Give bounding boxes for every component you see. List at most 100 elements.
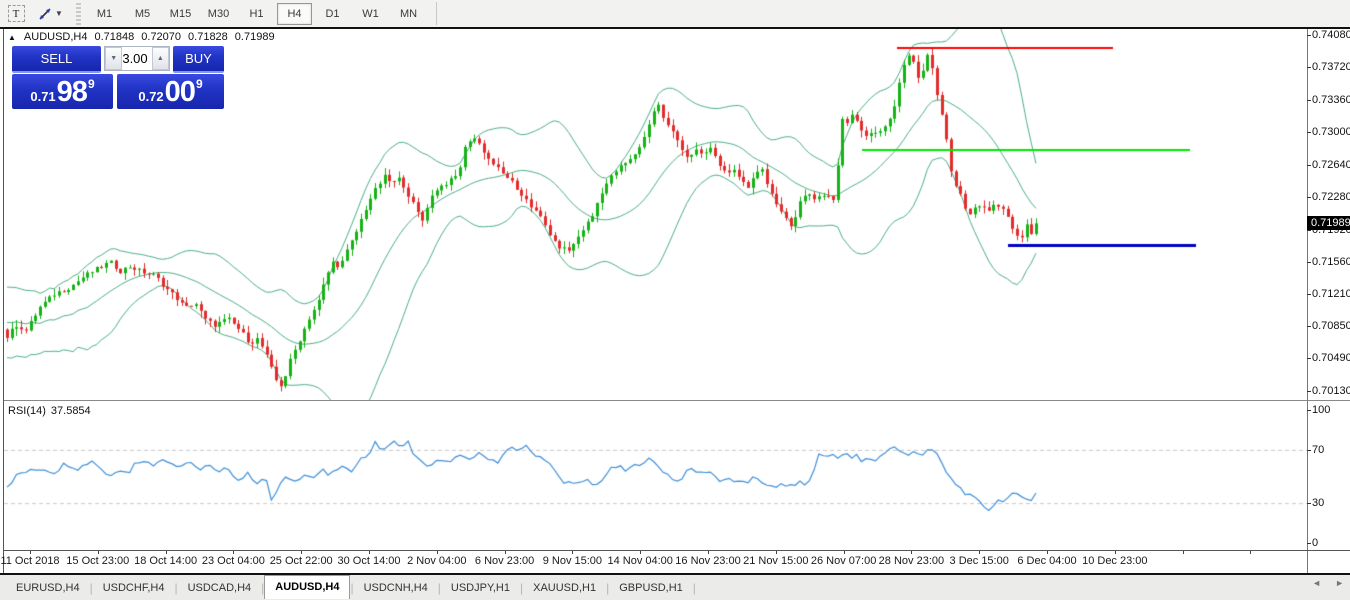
one-click-trade-panel: SELL ▼ 3.00 ▲ BUY 0.71 98 9 0.72 00 9 bbox=[12, 46, 224, 109]
timeframe-w1[interactable]: W1 bbox=[353, 3, 388, 25]
tab-scroll-left-icon[interactable]: ◄ bbox=[1312, 578, 1321, 588]
rsi-axis-label: 100 bbox=[1312, 404, 1330, 416]
rsi-top-border bbox=[4, 400, 1350, 401]
time-axis-label: 21 Nov 15:00 bbox=[743, 555, 808, 567]
tab-usdchf-h4[interactable]: USDCHF,H4 bbox=[93, 577, 175, 598]
time-axis-label: 14 Nov 04:00 bbox=[607, 555, 672, 567]
price-axis-label: 0.73360 bbox=[1312, 94, 1350, 106]
sell-price-big: 98 bbox=[57, 78, 87, 107]
sell-price-tile[interactable]: 0.71 98 9 bbox=[12, 74, 113, 109]
buy-button[interactable]: BUY bbox=[173, 46, 224, 73]
cursor-tool-button[interactable]: ▼ bbox=[32, 3, 68, 25]
time-axis-tick bbox=[30, 551, 31, 554]
high-value: 0.72070 bbox=[141, 31, 181, 43]
cursor-arrows-icon bbox=[37, 6, 53, 22]
chart-header: ▲ AUDUSD,H4 0.71848 0.72070 0.71828 0.71… bbox=[8, 31, 275, 43]
current-price-badge: 0.71989 bbox=[1307, 216, 1350, 230]
price-axis-label: 0.70130 bbox=[1312, 385, 1350, 397]
tab-xauusd-h1[interactable]: XAUUSD,H1 bbox=[523, 577, 606, 598]
rsi-indicator-canvas[interactable] bbox=[4, 402, 1307, 550]
rsi-axis-tick bbox=[1307, 450, 1311, 451]
tab-usdjpy-h1[interactable]: USDJPY,H1 bbox=[441, 577, 520, 598]
price-axis-label: 0.73000 bbox=[1312, 126, 1350, 138]
time-axis: 11 Oct 201815 Oct 23:0018 Oct 14:0023 Oc… bbox=[0, 551, 1350, 573]
time-axis-label: 9 Nov 15:00 bbox=[543, 555, 602, 567]
mt5-terminal: T ▼ M1M5M15M30H1H4D1W1MN ▲ AUDUSD,H4 0.7… bbox=[0, 0, 1350, 600]
rsi-axis-tick bbox=[1307, 543, 1311, 544]
symbol-period-label: AUDUSD,H4 bbox=[24, 31, 88, 43]
low-value: 0.71828 bbox=[188, 31, 228, 43]
toolbar-grip bbox=[76, 3, 81, 25]
time-axis-tick bbox=[572, 551, 573, 554]
sell-button[interactable]: SELL bbox=[12, 46, 101, 73]
tab-eurusd-h4[interactable]: EURUSD,H4 bbox=[6, 577, 90, 598]
time-axis-label: 16 Nov 23:00 bbox=[675, 555, 740, 567]
tab-divider: | bbox=[693, 581, 696, 595]
price-axis-tick bbox=[1307, 35, 1311, 36]
time-axis-label: 2 Nov 04:00 bbox=[407, 555, 466, 567]
collapse-panel-icon[interactable]: ▲ bbox=[8, 33, 16, 42]
price-axis-tick bbox=[1307, 197, 1311, 198]
time-axis-label: 28 Nov 23:00 bbox=[879, 555, 944, 567]
rsi-axis-label: 70 bbox=[1312, 444, 1324, 456]
buy-price-tile[interactable]: 0.72 00 9 bbox=[117, 74, 224, 109]
price-axis-tick bbox=[1307, 165, 1311, 166]
volume-increase-button[interactable]: ▲ bbox=[152, 47, 169, 70]
time-axis-tick bbox=[1250, 551, 1251, 554]
timeframe-mn[interactable]: MN bbox=[391, 3, 426, 25]
time-axis-label: 10 Dec 23:00 bbox=[1082, 555, 1147, 567]
open-value: 0.71848 bbox=[95, 31, 135, 43]
text-tool-icon: T bbox=[8, 5, 25, 22]
price-axis-tick bbox=[1307, 326, 1311, 327]
timeframe-m5[interactable]: M5 bbox=[125, 3, 160, 25]
price-axis-tick bbox=[1307, 294, 1311, 295]
time-axis-tick bbox=[979, 551, 980, 554]
cursor-tool-dropdown-icon[interactable]: ▼ bbox=[55, 9, 63, 18]
time-axis-label: 18 Oct 14:00 bbox=[134, 555, 197, 567]
rsi-axis-tick bbox=[1307, 410, 1311, 411]
price-axis-label: 0.74080 bbox=[1312, 29, 1350, 41]
chart-tabbar: EURUSD,H4|USDCHF,H4|USDCAD,H4|AUDUSD,H4|… bbox=[0, 575, 1350, 600]
tab-usdcnh-h4[interactable]: USDCNH,H4 bbox=[354, 577, 438, 598]
volume-input[interactable]: 3.00 bbox=[122, 47, 151, 70]
time-axis-tick bbox=[166, 551, 167, 554]
tab-gbpusd-h1[interactable]: GBPUSD,H1 bbox=[609, 577, 693, 598]
timeframe-d1[interactable]: D1 bbox=[315, 3, 350, 25]
tab-audusd-h4[interactable]: AUDUSD,H4 bbox=[264, 575, 350, 599]
tab-usdcad-h4[interactable]: USDCAD,H4 bbox=[178, 577, 262, 598]
time-axis-tick bbox=[301, 551, 302, 554]
time-axis-label: 30 Oct 14:00 bbox=[338, 555, 401, 567]
price-axis-label: 0.71560 bbox=[1312, 256, 1350, 268]
time-axis-tick bbox=[1115, 551, 1116, 554]
timeframe-h4[interactable]: H4 bbox=[277, 3, 312, 25]
price-axis-label: 0.72280 bbox=[1312, 191, 1350, 203]
rsi-axis-label: 30 bbox=[1312, 497, 1324, 509]
rsi-axis-label: 0 bbox=[1312, 537, 1318, 549]
time-axis-tick bbox=[911, 551, 912, 554]
toolbar-separator bbox=[436, 2, 437, 25]
time-axis-tick bbox=[437, 551, 438, 554]
volume-decrease-button[interactable]: ▼ bbox=[105, 47, 122, 70]
time-axis-tick bbox=[708, 551, 709, 554]
rsi-axis-tick bbox=[1307, 503, 1311, 504]
rsi-header: RSI(14) 37.5854 bbox=[8, 405, 91, 417]
timeframe-m15[interactable]: M15 bbox=[163, 3, 198, 25]
time-axis-tick bbox=[1183, 551, 1184, 554]
rsi-name-label: RSI(14) bbox=[8, 405, 46, 417]
price-axis-label: 0.72640 bbox=[1312, 159, 1350, 171]
time-axis-label: 15 Oct 23:00 bbox=[66, 555, 129, 567]
toolbar: T ▼ M1M5M15M30H1H4D1W1MN bbox=[0, 0, 1350, 27]
price-axis-label: 0.71210 bbox=[1312, 288, 1350, 300]
tab-scroll-right-icon[interactable]: ► bbox=[1335, 578, 1344, 588]
time-axis-tick bbox=[369, 551, 370, 554]
time-axis-label: 11 Oct 2018 bbox=[0, 555, 59, 567]
rsi-value-label: 37.5854 bbox=[51, 405, 91, 417]
timeframe-m30[interactable]: M30 bbox=[201, 3, 236, 25]
timeframe-m1[interactable]: M1 bbox=[87, 3, 122, 25]
timeframe-h1[interactable]: H1 bbox=[239, 3, 274, 25]
time-axis-tick bbox=[776, 551, 777, 554]
text-tool-button[interactable]: T bbox=[4, 3, 28, 25]
time-axis-label: 6 Nov 23:00 bbox=[475, 555, 534, 567]
buy-price-small: 0.72 bbox=[138, 89, 163, 104]
time-axis-tick bbox=[233, 551, 234, 554]
